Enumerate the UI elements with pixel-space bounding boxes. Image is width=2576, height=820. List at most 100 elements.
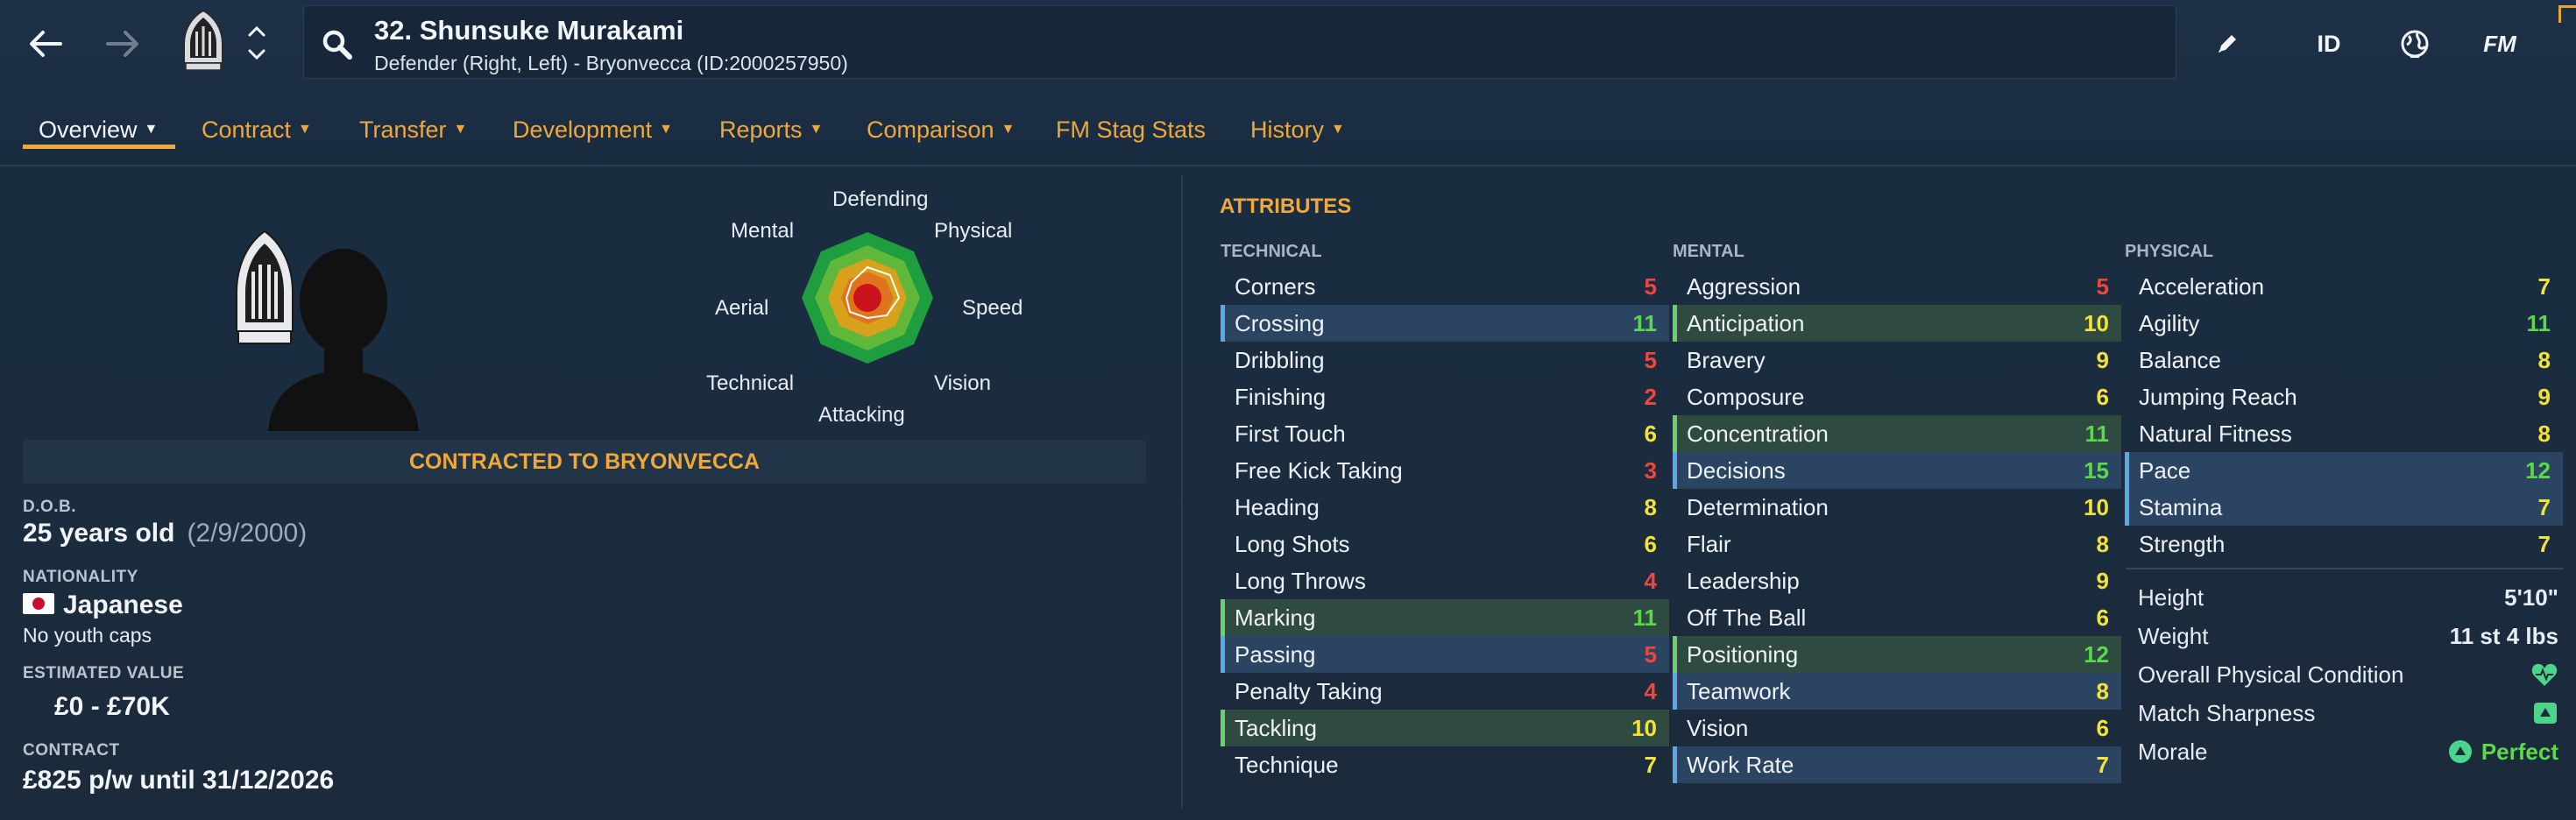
chevron-down-icon: ▼ [809, 122, 824, 137]
heart-icon [2531, 663, 2558, 686]
attribute-row[interactable]: Determination 10 [1673, 489, 2121, 526]
fm-menu-button[interactable]: FM [2469, 19, 2530, 68]
attribute-row[interactable]: Tackling 10 [1221, 710, 1669, 746]
sharpness-icon [2534, 703, 2557, 724]
club-badge-icon[interactable] [180, 9, 226, 75]
mental-attributes: Aggression 5 Anticipation 10 Bravery 9 Comp… [1673, 268, 2121, 783]
attribute-row[interactable]: Teamwork 8 [1673, 673, 2121, 710]
contract-status-banner[interactable]: CONTRACTED TO BRYONVECCA [23, 440, 1146, 484]
fm-label: FM [2483, 30, 2516, 57]
tab-contract[interactable]: Contract ▼ [202, 103, 312, 156]
top-bar: 32. Shunsuke Murakami Defender (Right, L… [0, 0, 2576, 88]
attribute-row[interactable]: Decisions 15 [1673, 452, 2121, 489]
tab-comparison[interactable]: Comparison ▼ [867, 103, 1015, 156]
attribute-row[interactable]: Acceleration 7 [2125, 268, 2563, 305]
next-player-button[interactable] [244, 44, 270, 65]
attribute-row[interactable]: Concentration 11 [1673, 415, 2121, 452]
nationality-label: NATIONALITY [23, 568, 138, 586]
tab-history[interactable]: History ▼ [1250, 103, 1345, 156]
attribute-row[interactable]: Finishing 2 [1221, 378, 1669, 415]
edit-button[interactable] [2206, 19, 2248, 68]
radar-label-vision: Vision [934, 371, 991, 395]
sharpness-row: Match Sharpness [2126, 694, 2564, 732]
radar-label-attacking: Attacking [818, 403, 905, 427]
attribute-row[interactable]: Balance 8 [2125, 342, 2563, 378]
estimated-value: £0 - £70K [54, 692, 170, 721]
radar-label-aerial: Aerial [715, 296, 769, 320]
radar-label-speed: Speed [962, 296, 1023, 320]
player-name-title: 32. Shunsuke Murakami [374, 15, 684, 46]
physical-attributes: Acceleration 7 Agility 11 Balance 8 Jumping… [2125, 268, 2563, 562]
nationality-value[interactable]: Japanese [23, 590, 183, 620]
tab-reports[interactable]: Reports ▼ [719, 103, 823, 156]
attribute-row[interactable]: Stamina 7 [2125, 489, 2563, 526]
morale-value[interactable]: Perfect [2448, 739, 2558, 766]
attribute-row[interactable]: Passing 5 [1221, 636, 1669, 673]
attribute-row[interactable]: Technique 7 [1221, 746, 1669, 783]
attribute-row[interactable]: Agility 11 [2125, 305, 2563, 342]
chevron-down-icon: ▼ [659, 122, 673, 137]
attribute-row[interactable]: Strength 7 [2125, 526, 2563, 562]
search-icon[interactable] [320, 27, 355, 62]
attribute-row[interactable]: Composure 6 [1673, 378, 2121, 415]
attribute-row[interactable]: Work Rate 7 [1673, 746, 2121, 783]
tab-bar: Overview ▼ Contract ▼ Transfer ▼ Developmen… [0, 103, 2576, 163]
back-button[interactable] [19, 19, 72, 68]
attribute-row[interactable]: Positioning 12 [1673, 636, 2121, 673]
edit-pencil-icon [2219, 35, 2236, 53]
id-button[interactable]: ID [2308, 19, 2350, 68]
attribute-row[interactable]: Penalty Taking 4 [1221, 673, 1669, 710]
age-value: 25 years old [23, 519, 175, 548]
attribute-row[interactable]: Vision 6 [1673, 710, 2121, 746]
morale-icon [2448, 740, 2472, 763]
technical-heading: TECHNICAL [1221, 242, 1322, 261]
attribute-radar-chart: Defending Physical Speed Vision Attackin… [683, 184, 1051, 438]
corner-marker [2558, 5, 2576, 23]
attribute-row[interactable]: Jumping Reach 9 [2125, 378, 2563, 415]
chevron-down-icon: ▼ [1001, 122, 1016, 137]
forward-button[interactable] [96, 19, 149, 68]
attribute-row[interactable]: Crossing 11 [1221, 305, 1669, 342]
attribute-row[interactable]: Long Shots 6 [1221, 526, 1669, 562]
attribute-row[interactable]: Anticipation 10 [1673, 305, 2121, 342]
attribute-row[interactable]: Heading 8 [1221, 489, 1669, 526]
forward-arrow-icon [106, 31, 138, 57]
mental-heading: MENTAL [1673, 242, 1744, 261]
attribute-row[interactable]: Aggression 5 [1673, 268, 2121, 305]
radar-label-technical: Technical [706, 371, 795, 395]
attributes-title: ATTRIBUTES [1220, 194, 1352, 218]
radar-label-defending: Defending [832, 187, 929, 211]
attribute-row[interactable]: Free Kick Taking 3 [1221, 452, 1669, 489]
chevron-down-icon: ▼ [144, 122, 159, 137]
chevron-down-icon: ▼ [453, 122, 468, 137]
attribute-row[interactable]: Marking 11 [1221, 599, 1669, 636]
physical-info-divider [2126, 568, 2564, 569]
morale-row: Morale Perfect [2138, 738, 2558, 766]
physical-info: Height 5'10" Weight 11 st 4 lbs Overall Ph… [2126, 578, 2564, 771]
condition-row: Overall Physical Condition [2126, 655, 2564, 694]
tab-transfer[interactable]: Transfer ▼ [359, 103, 467, 156]
attribute-row[interactable]: Leadership 9 [1673, 562, 2121, 599]
chevron-down-icon: ▼ [1331, 122, 1345, 137]
physical-heading: PHYSICAL [2125, 242, 2214, 261]
player-silhouette-avatar [268, 249, 419, 431]
globe-button[interactable] [2394, 19, 2436, 68]
tab-development[interactable]: Development ▼ [513, 103, 673, 156]
attribute-row[interactable]: Long Throws 4 [1221, 562, 1669, 599]
height-row: Height 5'10" [2138, 583, 2558, 611]
attribute-row[interactable]: Off The Ball 6 [1673, 599, 2121, 636]
dob-label: D.O.B. [23, 498, 77, 516]
chevron-down-icon: ▼ [298, 122, 312, 137]
tab-fm-stag-stats[interactable]: FM Stag Stats [1056, 103, 1206, 156]
previous-player-button[interactable] [244, 21, 270, 42]
attribute-row[interactable]: Corners 5 [1221, 268, 1669, 305]
attribute-row[interactable]: Dribbling 5 [1221, 342, 1669, 378]
attribute-row[interactable]: Pace 12 [2125, 452, 2563, 489]
attribute-row[interactable]: Flair 8 [1673, 526, 2121, 562]
player-search-box[interactable]: 32. Shunsuke Murakami Defender (Right, L… [303, 5, 2176, 79]
attribute-row[interactable]: Bravery 9 [1673, 342, 2121, 378]
japan-flag-icon [23, 593, 54, 615]
technical-attributes: Corners 5 Crossing 11 Dribbling 5 Finishing… [1221, 268, 1669, 783]
attribute-row[interactable]: Natural Fitness 8 [2125, 415, 2563, 452]
attribute-row[interactable]: First Touch 6 [1221, 415, 1669, 452]
